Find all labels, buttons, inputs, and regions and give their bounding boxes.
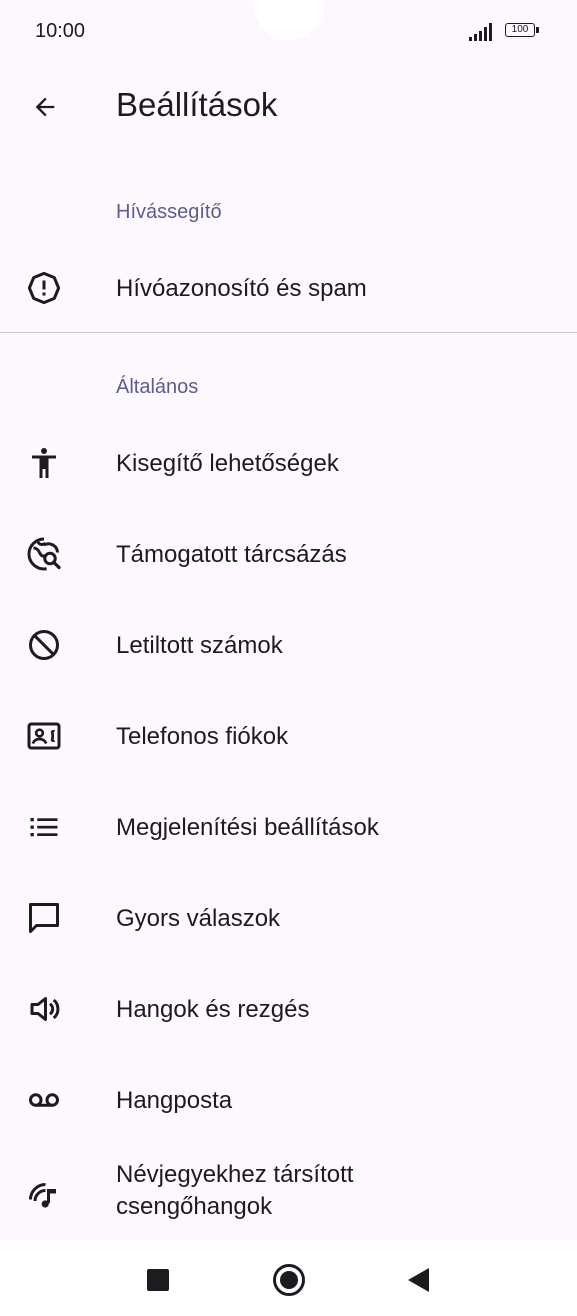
- system-nav-bar: [0, 1240, 577, 1316]
- settings-item-label-line2: csengőhangok: [116, 1193, 273, 1220]
- settings-item-voicemail[interactable]: Hangposta: [0, 1055, 577, 1146]
- section-header-general: Általános: [116, 376, 199, 398]
- settings-item-sounds-vibration[interactable]: Hangok és rezgés: [0, 964, 577, 1055]
- battery-icon: 100: [505, 23, 541, 39]
- message-icon: [29, 903, 59, 933]
- app-bar: Beállítások: [0, 64, 577, 150]
- settings-item-assisted-dialing[interactable]: Támogatott tárcsázás: [0, 509, 577, 600]
- triangle-back-icon: [408, 1268, 429, 1292]
- settings-item-label: Hívóazonosító és spam: [116, 275, 367, 302]
- settings-item-quick-responses[interactable]: Gyors válaszok: [0, 873, 577, 964]
- voicemail-icon: [29, 1093, 59, 1107]
- section-divider: [0, 332, 577, 333]
- square-icon: [147, 1269, 169, 1291]
- settings-item-label: Támogatott tárcsázás: [116, 541, 347, 568]
- contact-card-icon: [27, 722, 61, 750]
- circle-icon: [273, 1264, 305, 1296]
- settings-item-label: Gyors válaszok: [116, 905, 281, 932]
- settings-item-label: Letiltott számok: [116, 632, 283, 659]
- settings-item-label: Telefonos fiókok: [116, 723, 289, 750]
- back-button[interactable]: [22, 84, 68, 130]
- page-title: Beállítások: [116, 86, 278, 123]
- camera-notch: [254, 0, 324, 40]
- battery-level: 100: [505, 23, 535, 37]
- settings-item-caller-id-spam[interactable]: Hívóazonosító és spam: [0, 243, 577, 334]
- status-bar: 10:00 100: [0, 0, 577, 64]
- accessibility-icon: [32, 448, 56, 478]
- recents-button[interactable]: [138, 1260, 178, 1300]
- ringtone-icon: [29, 1183, 56, 1208]
- back-nav-button[interactable]: [398, 1260, 438, 1300]
- settings-item-label: Megjelenítési beállítások: [116, 814, 379, 841]
- volume-icon: [30, 997, 60, 1021]
- settings-item-accessibility[interactable]: Kisegítő lehetőségek: [0, 418, 577, 509]
- settings-item-phone-accounts[interactable]: Telefonos fiókok: [0, 691, 577, 782]
- block-icon: [29, 630, 59, 660]
- section-header-call-assist: Hívássegítő: [116, 201, 222, 223]
- status-time: 10:00: [35, 20, 86, 42]
- assisted-dialing-icon: [27, 537, 61, 571]
- settings-item-label: Hangok és rezgés: [116, 996, 310, 1023]
- signal-icon: [469, 23, 492, 41]
- list-icon: [30, 818, 58, 837]
- settings-item-label-line1: Névjegyekhez társított: [116, 1161, 354, 1188]
- settings-item-label: Kisegítő lehetőségek: [116, 450, 339, 477]
- settings-item-blocked-numbers[interactable]: Letiltott számok: [0, 600, 577, 691]
- settings-item-contact-ringtones[interactable]: Névjegyekhez társított csengőhangok: [0, 1146, 577, 1240]
- alert-icon: [27, 271, 61, 305]
- settings-item-label: Hangposta: [116, 1087, 233, 1114]
- settings-item-display-options[interactable]: Megjelenítési beállítások: [0, 782, 577, 873]
- arrow-back-icon: [35, 97, 55, 117]
- home-button[interactable]: [269, 1260, 309, 1300]
